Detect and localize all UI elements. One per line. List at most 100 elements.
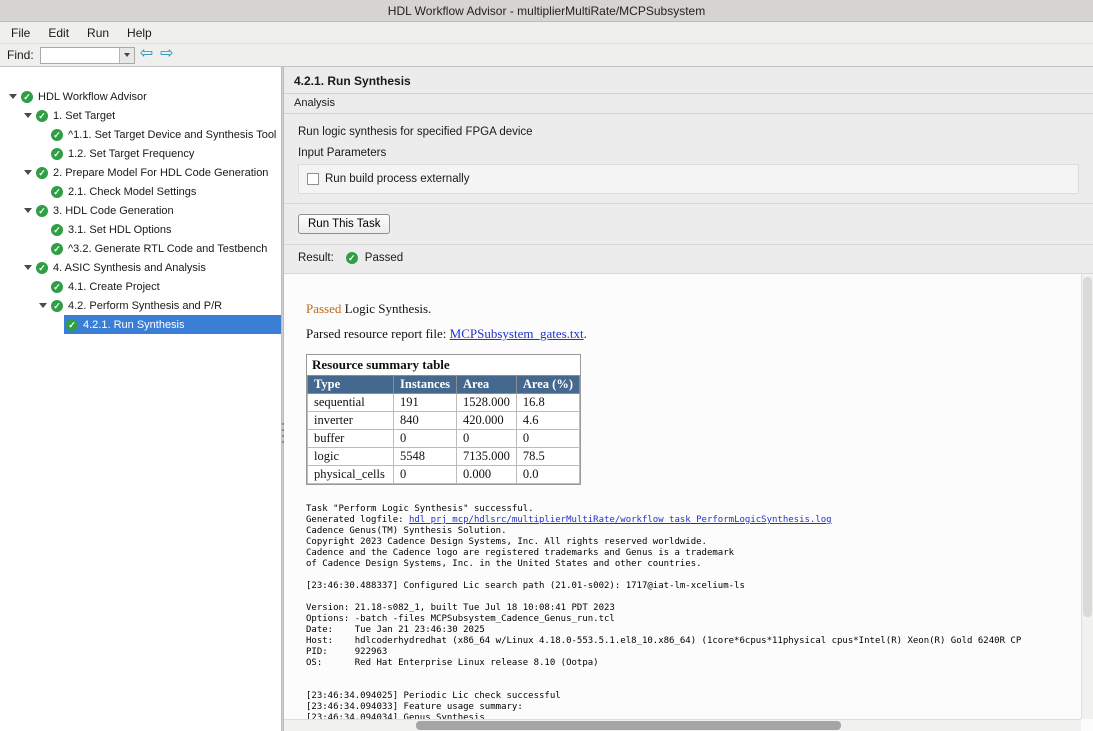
- find-toolbar: Find: ⇦ ⇨: [0, 44, 1093, 67]
- run-this-task-button[interactable]: Run This Task: [298, 214, 390, 234]
- passed-check-icon: ✓: [66, 319, 78, 331]
- table-cell: 0.0: [516, 466, 579, 484]
- run-externally-option[interactable]: Run build process externally: [307, 173, 1070, 185]
- expand-arrow-icon[interactable]: [21, 170, 34, 175]
- tree-item-label: 1.2. Set Target Frequency: [68, 148, 200, 160]
- tree-item-label: HDL Workflow Advisor: [38, 91, 153, 103]
- vertical-scrollbar[interactable]: [1081, 274, 1093, 719]
- tree-item[interactable]: ✓4.2. Perform Synthesis and P/R: [0, 296, 281, 315]
- find-input[interactable]: [41, 48, 119, 63]
- tree-item-label: ^3.2. Generate RTL Code and Testbench: [68, 243, 273, 255]
- tree-item-label: 4.2.1. Run Synthesis: [83, 319, 191, 331]
- tree-item-body: ✓1.2. Set Target Frequency: [49, 144, 281, 163]
- passed-check-icon: ✓: [36, 110, 48, 122]
- table-row: buffer000: [308, 430, 580, 448]
- parsed-report-text: Parsed resource report file:: [306, 326, 450, 341]
- tree-item[interactable]: ✓ ^3.2. Generate RTL Code and Testbench: [0, 239, 281, 258]
- window-titlebar: HDL Workflow Advisor - multiplierMultiRa…: [0, 0, 1093, 22]
- resource-table-caption: Resource summary table: [307, 355, 580, 375]
- expand-arrow-icon[interactable]: [21, 265, 34, 270]
- menu-file[interactable]: File: [2, 23, 39, 43]
- find-label: Find:: [7, 48, 34, 62]
- find-dropdown-button[interactable]: [119, 48, 134, 63]
- tree-item-label: 2. Prepare Model For HDL Code Generation: [53, 167, 274, 179]
- tree-item[interactable]: ✓^1.1. Set Target Device and Synthesis T…: [0, 125, 281, 144]
- horizontal-scrollbar-thumb[interactable]: [416, 721, 841, 730]
- table-cell: 1528.000: [457, 394, 517, 412]
- main-area: ✓HDL Workflow Advisor✓1. Set Target✓^1.1…: [0, 67, 1093, 731]
- tree-item[interactable]: ✓3.1. Set HDL Options: [0, 220, 281, 239]
- tree-item-body: ✓HDL Workflow Advisor: [19, 87, 281, 106]
- expand-arrow-icon[interactable]: [21, 113, 34, 118]
- tree-item-label: 3. HDL Code Generation: [53, 205, 180, 217]
- tree-item[interactable]: ✓2.1. Check Model Settings: [0, 182, 281, 201]
- result-label: Result:: [298, 252, 334, 264]
- table-cell: 0: [457, 430, 517, 448]
- log-output: Task "Perform Logic Synthesis" successfu…: [306, 504, 1077, 731]
- hdl-workflow-advisor-window: HDL Workflow Advisor - multiplierMultiRa…: [0, 0, 1093, 731]
- resource-summary-table: Resource summary table TypeInstancesArea…: [306, 354, 581, 485]
- button-row: Run This Task: [298, 204, 1079, 244]
- gates-report-link[interactable]: MCPSubsystem_gates.txt: [450, 326, 584, 341]
- run-externally-checkbox[interactable]: [307, 173, 319, 185]
- report-pane: Passed Logic Synthesis. Parsed resource …: [284, 273, 1093, 731]
- find-combobox[interactable]: [40, 47, 135, 64]
- find-next-button[interactable]: ⇨: [158, 46, 175, 62]
- tree-item[interactable]: ✓4.1. Create Project: [0, 277, 281, 296]
- menu-help[interactable]: Help: [118, 23, 161, 43]
- table-cell: 0: [394, 466, 457, 484]
- tree-item[interactable]: ✓1.2. Set Target Frequency: [0, 144, 281, 163]
- task-description: Run logic synthesis for specified FPGA d…: [298, 122, 1079, 147]
- tree-item-body: ✓ 3. HDL Code Generation: [34, 201, 281, 220]
- table-cell: 16.8: [516, 394, 579, 412]
- find-previous-button[interactable]: ⇦: [138, 46, 155, 62]
- expand-arrow-icon[interactable]: [36, 303, 49, 308]
- passed-check-icon: ✓: [346, 252, 358, 264]
- menu-run[interactable]: Run: [78, 23, 118, 43]
- table-cell: 0: [394, 430, 457, 448]
- tree-item-body: ✓ 2. Prepare Model For HDL Code Generatio…: [34, 163, 281, 182]
- horizontal-scrollbar[interactable]: [284, 719, 1081, 731]
- table-row: sequential1911528.00016.8: [308, 394, 580, 412]
- input-parameters-box: Run build process externally: [298, 164, 1079, 194]
- parsed-report-line: Parsed resource report file: MCPSubsyste…: [306, 326, 1077, 342]
- table-cell: buffer: [308, 430, 394, 448]
- table-cell: 0.000: [457, 466, 517, 484]
- column-header: Instances: [394, 376, 457, 394]
- passed-check-icon: ✓: [51, 281, 63, 293]
- result-value: Passed: [365, 252, 403, 264]
- tree-item-body: ✓1. Set Target: [34, 106, 281, 125]
- tree-item[interactable]: ✓ 3. HDL Code Generation: [0, 201, 281, 220]
- menu-edit[interactable]: Edit: [39, 23, 78, 43]
- expand-arrow-icon[interactable]: [6, 94, 19, 99]
- tree-item[interactable]: ✓ 4.2.1. Run Synthesis: [0, 315, 281, 334]
- table-cell: inverter: [308, 412, 394, 430]
- tree-item[interactable]: ✓HDL Workflow Advisor: [0, 87, 281, 106]
- table-cell: logic: [308, 448, 394, 466]
- table-cell: 4.6: [516, 412, 579, 430]
- tree-item-body: ✓2.1. Check Model Settings: [49, 182, 281, 201]
- tree-item-label: 4.2. Perform Synthesis and P/R: [68, 300, 228, 312]
- logfile-link[interactable]: hdl_prj_mcp/hdlsrc/multiplierMultiRate/w…: [409, 515, 832, 525]
- table-cell: 5548: [394, 448, 457, 466]
- chevron-down-icon: [124, 53, 130, 57]
- tree-item-body: ✓4. ASIC Synthesis and Analysis: [34, 258, 281, 277]
- passed-check-icon: ✓: [36, 205, 48, 217]
- column-header: Area: [457, 376, 517, 394]
- table-row: physical_cells00.0000.0: [308, 466, 580, 484]
- tree-item[interactable]: ✓4. ASIC Synthesis and Analysis: [0, 258, 281, 277]
- report-status-line: Passed Logic Synthesis.: [306, 301, 1077, 317]
- passed-check-icon: ✓: [36, 262, 48, 274]
- passed-check-icon: ✓: [51, 186, 63, 198]
- passed-check-icon: ✓: [36, 167, 48, 179]
- table-cell: 78.5: [516, 448, 579, 466]
- passed-check-icon: ✓: [51, 243, 63, 255]
- expand-arrow-icon[interactable]: [21, 208, 34, 213]
- table-row: logic55487135.00078.5: [308, 448, 580, 466]
- tree-item[interactable]: ✓ 2. Prepare Model For HDL Code Generatio…: [0, 163, 281, 182]
- task-subtitle: Analysis: [284, 94, 1093, 114]
- tree-item[interactable]: ✓1. Set Target: [0, 106, 281, 125]
- vertical-scrollbar-thumb[interactable]: [1083, 277, 1092, 617]
- passed-check-icon: ✓: [51, 224, 63, 236]
- passed-check-icon: ✓: [51, 129, 63, 141]
